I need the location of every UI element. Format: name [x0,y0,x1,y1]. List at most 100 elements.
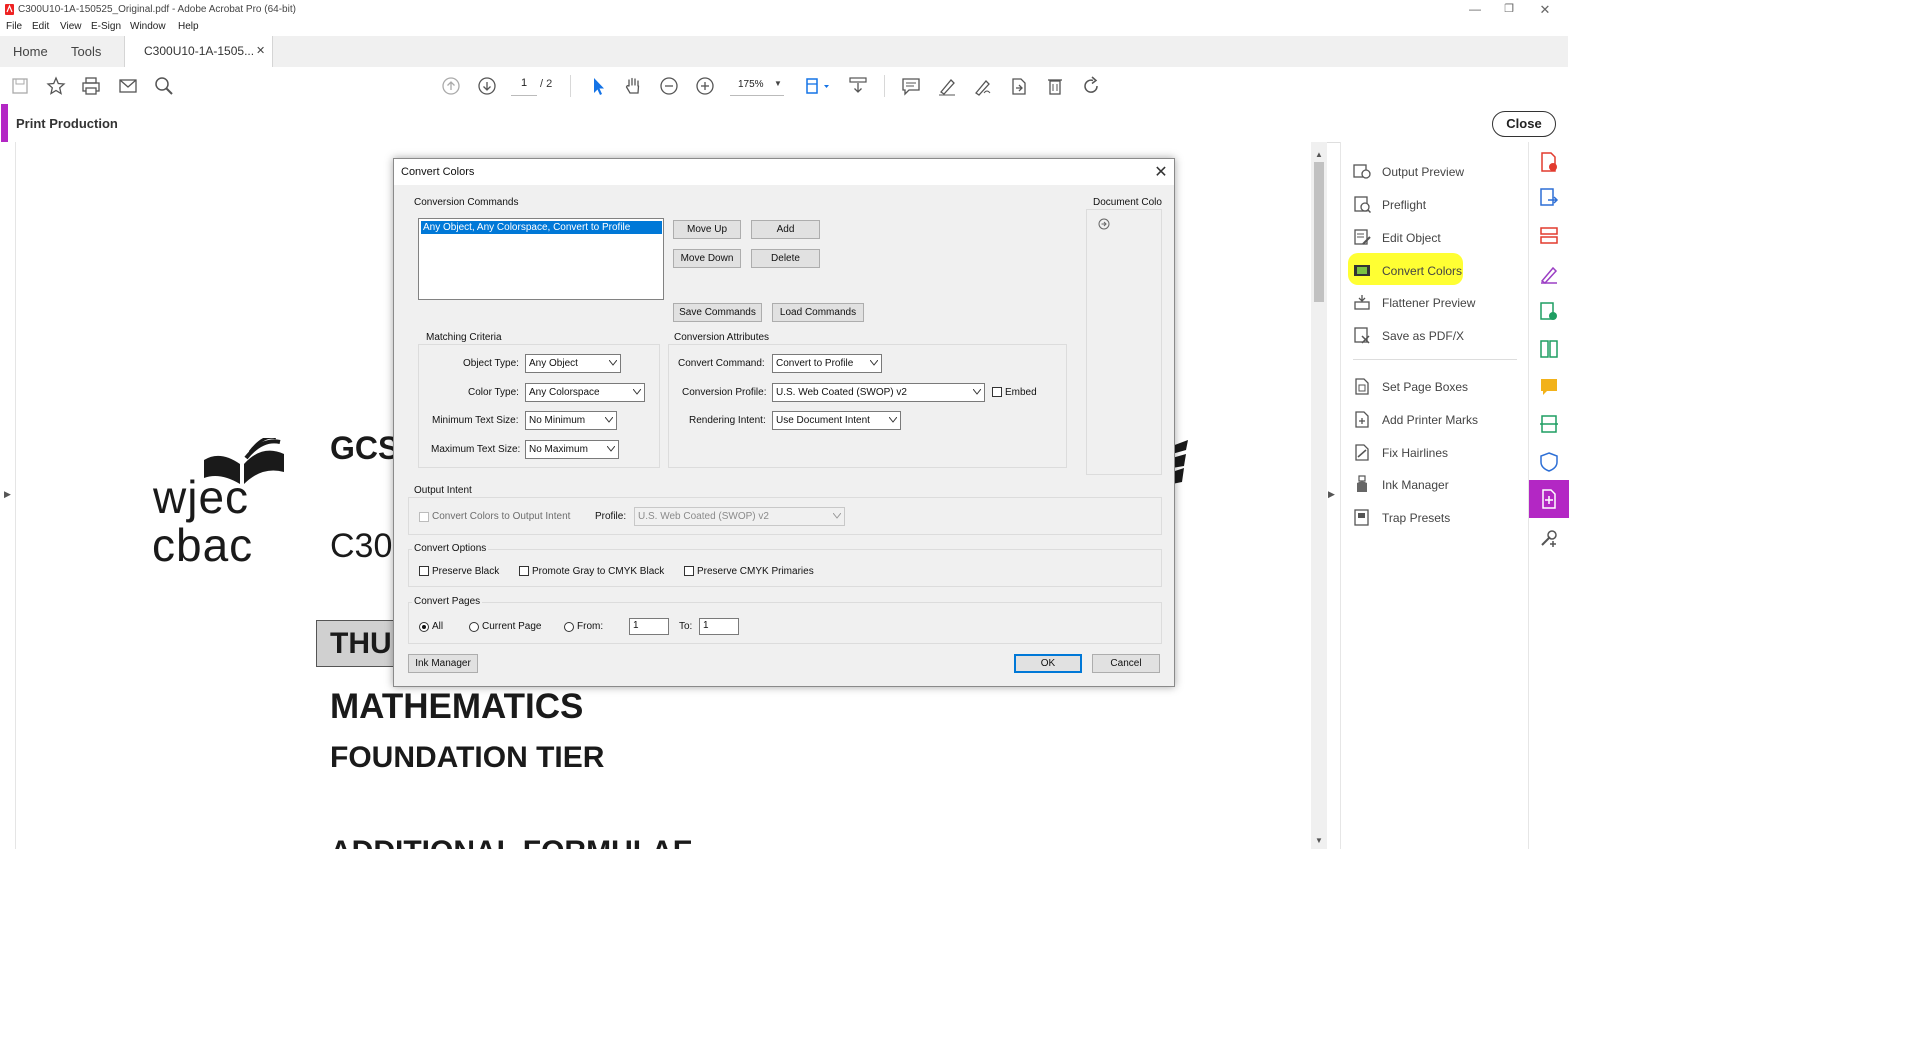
scan-icon[interactable] [1539,414,1559,434]
chevron-down-icon [973,389,981,395]
vertical-scrollbar[interactable]: ▲ ▼ [1311,142,1327,849]
cancel-button[interactable]: Cancel [1092,654,1160,673]
tool-edit-object[interactable]: Edit Object [1353,223,1523,251]
pages-to-input[interactable]: 1 [699,618,739,635]
move-down-button[interactable]: Move Down [673,249,741,268]
comment-icon[interactable] [900,75,922,97]
output-intent-profile-select[interactable]: U.S. Web Coated (SWOP) v2 [634,507,845,526]
tab-document-label: C300U10-1A-1505... [144,44,255,58]
scroll-down-arrow-icon[interactable]: ▼ [1315,836,1323,845]
tab-tools[interactable]: Tools [59,36,113,67]
window-close-button[interactable]: ✕ [1530,2,1560,18]
menu-edit[interactable]: Edit [32,21,49,32]
hand-tool-icon[interactable] [622,75,644,97]
previous-page-icon[interactable] [440,75,462,97]
list-item[interactable]: Any Object, Any Colorspace, Convert to P… [421,221,662,234]
right-panel-collapse-icon[interactable]: ▶ [1328,489,1335,500]
pages-all-radio[interactable] [419,622,429,632]
page-number-input[interactable]: 1 [511,77,537,96]
tool-add-printer-marks[interactable]: Add Printer Marks [1353,405,1523,433]
tab-document[interactable]: C300U10-1A-1505... ✕ [124,36,273,68]
zoom-dropdown[interactable]: 175% ▼ [730,77,784,96]
add-button[interactable]: Add [751,220,820,239]
preflight-icon [1353,195,1371,213]
menu-file[interactable]: File [6,21,22,32]
conversion-profile-select[interactable]: U.S. Web Coated (SWOP) v2 [772,383,985,402]
left-panel-expand-icon[interactable]: ▶ [4,489,11,500]
preserve-black-checkbox[interactable] [419,566,429,576]
more-tools-icon[interactable] [1539,528,1559,548]
promote-gray-checkbox[interactable] [519,566,529,576]
delete-icon[interactable] [1044,75,1066,97]
convert-to-output-intent-checkbox[interactable] [419,512,429,522]
select-cursor-icon[interactable] [587,75,609,97]
close-tool-button[interactable]: Close [1492,111,1556,137]
pages-current-radio[interactable] [469,622,479,632]
edit-pdf-icon[interactable] [1539,302,1559,322]
load-commands-button[interactable]: Load Commands [772,303,864,322]
preserve-cmyk-checkbox[interactable] [684,566,694,576]
menu-view[interactable]: View [60,21,82,32]
pages-from-label: From: [577,621,604,632]
ink-manager-button[interactable]: Ink Manager [408,654,478,673]
chevron-down-icon [833,513,841,519]
move-up-button[interactable]: Move Up [673,220,741,239]
protect-icon[interactable] [1539,452,1559,472]
print-icon[interactable] [80,75,102,97]
min-text-size-select[interactable]: No Minimum [525,411,617,430]
print-production-tool-active[interactable] [1529,480,1569,518]
compare-icon[interactable] [1539,339,1559,359]
tool-preflight[interactable]: Preflight [1353,190,1523,218]
tool-set-page-boxes[interactable]: Set Page Boxes [1353,372,1523,400]
menu-help[interactable]: Help [178,21,199,32]
close-tab-icon[interactable]: ✕ [256,44,265,57]
convert-command-select[interactable]: Convert to Profile [772,354,882,373]
export-pdf-icon[interactable] [1539,188,1559,208]
find-icon[interactable] [153,75,175,97]
tool-flattener-preview[interactable]: Flattener Preview [1353,288,1523,316]
share-icon[interactable] [1008,75,1030,97]
tool-fix-hairlines[interactable]: Fix Hairlines [1353,438,1523,466]
email-icon[interactable] [117,75,139,97]
object-type-select[interactable]: Any Object [525,354,621,373]
fill-sign-icon[interactable] [1539,264,1559,284]
tool-trap-presets[interactable]: Trap Presets [1353,503,1523,531]
organize-pages-icon[interactable] [1539,226,1559,246]
ok-button[interactable]: OK [1014,654,1082,673]
scroll-mode-icon[interactable] [847,75,869,97]
tool-save-pdfx[interactable]: Save as PDF/X [1353,321,1523,349]
bookmark-star-icon[interactable] [45,75,67,97]
tool-output-preview[interactable]: Output Preview [1353,157,1523,185]
scrollbar-thumb[interactable] [1314,162,1324,302]
scroll-up-arrow-icon[interactable]: ▲ [1315,150,1323,159]
minimize-button[interactable]: — [1460,2,1490,18]
zoom-out-icon[interactable] [658,75,680,97]
delete-button[interactable]: Delete [751,249,820,268]
highlight-pen-icon[interactable] [936,75,958,97]
dialog-close-icon[interactable]: ✕ [1151,162,1171,182]
save-pdfx-icon [1353,326,1371,344]
embed-checkbox[interactable] [992,387,1002,397]
page-fit-icon[interactable] [804,75,829,97]
tab-home[interactable]: Home [1,36,60,67]
pages-from-input[interactable]: 1 [629,618,669,635]
conversion-commands-list[interactable]: Any Object, Any Colorspace, Convert to P… [418,218,664,300]
comment-tool-icon[interactable] [1539,377,1559,397]
menu-esign[interactable]: E-Sign [91,21,121,32]
max-text-size-select[interactable]: No Maximum [525,440,619,459]
pages-from-radio[interactable] [564,622,574,632]
rotate-icon[interactable] [1080,75,1102,97]
zoom-in-icon[interactable] [694,75,716,97]
color-type-select[interactable]: Any Colorspace [525,383,645,402]
save-icon[interactable] [9,75,31,97]
sign-icon[interactable] [972,75,994,97]
tool-convert-colors[interactable]: Convert Colors [1353,256,1523,284]
tool-ink-manager[interactable]: Ink Manager [1353,470,1523,498]
restore-button[interactable]: ❐ [1494,2,1524,18]
create-pdf-icon[interactable] [1539,152,1559,172]
rendering-intent-select[interactable]: Use Document Intent [772,411,901,430]
menu-window[interactable]: Window [130,21,166,32]
arrow-right-circle-icon[interactable] [1098,218,1110,230]
save-commands-button[interactable]: Save Commands [673,303,762,322]
next-page-icon[interactable] [476,75,498,97]
